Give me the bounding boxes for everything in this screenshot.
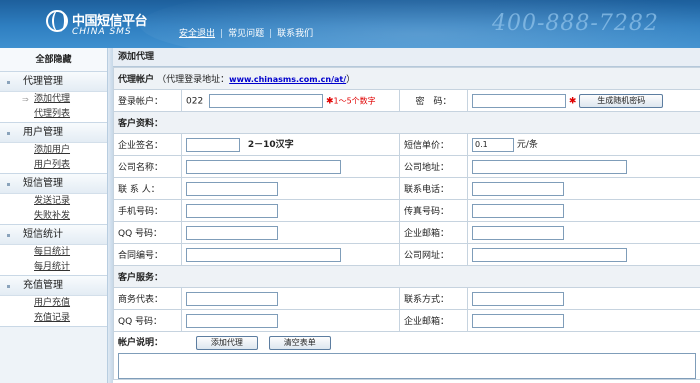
logo: 中国短信平台 CHINA SMS bbox=[46, 8, 156, 42]
mobile-label: 手机号码： bbox=[113, 199, 182, 222]
sidebar-item-monthly-stats[interactable]: 每月统计 bbox=[0, 260, 107, 275]
logout-link[interactable]: 安全退出 bbox=[179, 29, 215, 39]
sidebar-group-agent: 代理管理 ⇒ 添加代理 代理列表 bbox=[0, 72, 107, 123]
agent-account-section: 代理帐户 （代理登录地址：www.chinasms.com.cn/at/） bbox=[113, 67, 700, 90]
contact-phone-label: 联系电话： bbox=[399, 177, 468, 200]
sidebar-group-recharge: 充值管理 用户充值 充值记录 bbox=[0, 276, 107, 327]
website-input[interactable] bbox=[472, 247, 627, 262]
qq-label: QQ 号码： bbox=[113, 221, 182, 244]
top-banner: 中国短信平台 CHINA SMS 安全退出 | 常见问题 | 联系我们 400-888-… bbox=[0, 0, 700, 48]
signature-hint: 2－10汉字 bbox=[247, 140, 294, 151]
sidebar-group-user: 用户管理 添加用户 用户列表 bbox=[0, 123, 107, 174]
contract-number-input[interactable] bbox=[186, 247, 341, 262]
fax-input[interactable] bbox=[472, 203, 564, 218]
contact-person-input[interactable] bbox=[186, 181, 278, 196]
required-icon: ✱ bbox=[568, 96, 577, 106]
password-input[interactable] bbox=[472, 93, 566, 108]
contact-method-input[interactable] bbox=[472, 291, 564, 306]
bullet-icon bbox=[7, 183, 10, 186]
sidebar-item-resend-failed[interactable]: 失败补发 bbox=[0, 209, 107, 224]
sidebar-item-agent-list[interactable]: 代理列表 bbox=[0, 107, 107, 122]
bullet-icon bbox=[7, 285, 10, 288]
main-panel: 添加代理 代理帐户 （代理登录地址：www.chinasms.com.cn/at… bbox=[113, 48, 700, 383]
contract-number-label: 合同编号： bbox=[113, 243, 182, 266]
company-address-input[interactable] bbox=[472, 159, 627, 174]
bullet-icon bbox=[7, 81, 10, 84]
company-name-input[interactable] bbox=[186, 159, 341, 174]
bullet-icon bbox=[7, 234, 10, 237]
sales-rep-input[interactable] bbox=[186, 291, 278, 306]
website-label: 公司网址： bbox=[399, 243, 468, 266]
contact-method-label: 联系方式： bbox=[399, 287, 468, 310]
sidebar-item-user-list[interactable]: 用户列表 bbox=[0, 158, 107, 173]
hide-all-toggle[interactable]: 全部隐藏 bbox=[0, 48, 107, 72]
login-account-hint: 1～5个数字 bbox=[333, 96, 376, 105]
company-address-label: 公司地址： bbox=[399, 155, 468, 178]
sidebar-group-title[interactable]: 短信统计 bbox=[0, 225, 107, 245]
sidebar-item-send-records[interactable]: 发送记录 bbox=[0, 194, 107, 209]
sidebar-item-user-recharge[interactable]: 用户充值 bbox=[0, 296, 107, 311]
signature-cell: 2－10汉字 bbox=[181, 133, 400, 156]
sidebar-group-title[interactable]: 用户管理 bbox=[0, 123, 107, 143]
page-title: 添加代理 bbox=[113, 48, 700, 67]
qq-input[interactable] bbox=[186, 225, 278, 240]
clear-form-button[interactable]: 清空表单 bbox=[268, 335, 331, 350]
company-name-label: 公司名称： bbox=[113, 155, 182, 178]
sidebar-item-add-agent[interactable]: ⇒ 添加代理 bbox=[0, 92, 107, 107]
sidebar: 全部隐藏 代理管理 ⇒ 添加代理 代理列表 用户管理 添加用户 用户列表 短信管理… bbox=[0, 48, 108, 383]
unit-price-label: 短信单价： bbox=[399, 133, 468, 156]
add-agent-button[interactable]: 添加代理 bbox=[195, 335, 258, 350]
logo-subtitle: CHINA SMS bbox=[72, 27, 132, 37]
bullet-icon bbox=[7, 132, 10, 135]
account-note-label: 帐户说明： bbox=[118, 338, 164, 348]
sales-rep-label: 商务代表： bbox=[113, 287, 182, 310]
unit-price-cell: 0.1 元/条 bbox=[467, 133, 700, 156]
service-qq-input[interactable] bbox=[186, 313, 278, 328]
sidebar-group-title[interactable]: 充值管理 bbox=[0, 276, 107, 296]
service-email-label: 企业邮箱： bbox=[399, 309, 468, 332]
customer-info-section: 客户资料： bbox=[113, 111, 700, 134]
account-note-textarea[interactable] bbox=[118, 352, 696, 379]
sidebar-item-daily-stats[interactable]: 每日统计 bbox=[0, 245, 107, 260]
service-email-input[interactable] bbox=[472, 313, 564, 328]
faq-link[interactable]: 常见问题 bbox=[228, 29, 264, 39]
account-prefix: 022 bbox=[186, 96, 204, 106]
add-agent-form: 代理帐户 （代理登录地址：www.chinasms.com.cn/at/） 登录… bbox=[113, 67, 700, 380]
email-label: 企业邮箱： bbox=[399, 221, 468, 244]
agent-login-url-link[interactable]: www.chinasms.com.cn/at/ bbox=[229, 75, 346, 84]
sidebar-group-stats: 短信统计 每日统计 每月统计 bbox=[0, 225, 107, 276]
contact-person-label: 联 系 人： bbox=[113, 177, 182, 200]
signature-input[interactable] bbox=[186, 137, 240, 152]
nav-separator: | bbox=[269, 29, 273, 39]
hotline-number: 400-888-7282 bbox=[492, 11, 659, 36]
email-input[interactable] bbox=[472, 225, 564, 240]
login-account-cell: 022 ✱1～5个数字 bbox=[181, 89, 400, 112]
globe-icon bbox=[46, 10, 68, 32]
password-label: 密 码： bbox=[399, 89, 468, 112]
customer-service-section: 客户服务： bbox=[113, 265, 700, 288]
fax-label: 传真号码： bbox=[399, 199, 468, 222]
sidebar-item-recharge-records[interactable]: 充值记录 bbox=[0, 311, 107, 326]
mobile-input[interactable] bbox=[186, 203, 278, 218]
sidebar-group-title[interactable]: 代理管理 bbox=[0, 72, 107, 92]
nav-separator: | bbox=[220, 29, 224, 39]
login-account-input[interactable] bbox=[209, 93, 324, 108]
login-account-label: 登录帐户： bbox=[113, 89, 182, 112]
sidebar-group-title[interactable]: 短信管理 bbox=[0, 174, 107, 194]
service-qq-label: QQ 号码： bbox=[113, 309, 182, 332]
top-nav: 安全退出 | 常见问题 | 联系我们 bbox=[179, 26, 313, 39]
account-note-cell: 帐户说明： 添加代理 清空表单 bbox=[113, 331, 700, 380]
unit-price-input[interactable]: 0.1 bbox=[472, 137, 514, 152]
contact-phone-input[interactable] bbox=[472, 181, 564, 196]
unit-price-unit: 元/条 bbox=[516, 140, 538, 151]
password-cell: ✱ 生成随机密码 bbox=[467, 89, 700, 112]
sidebar-item-add-user[interactable]: 添加用户 bbox=[0, 143, 107, 158]
sidebar-group-sms: 短信管理 发送记录 失败补发 bbox=[0, 174, 107, 225]
signature-label: 企业签名： bbox=[113, 133, 182, 156]
generate-password-button[interactable]: 生成随机密码 bbox=[579, 93, 664, 108]
current-arrow-icon: ⇒ bbox=[22, 95, 29, 104]
contact-link[interactable]: 联系我们 bbox=[277, 29, 313, 39]
